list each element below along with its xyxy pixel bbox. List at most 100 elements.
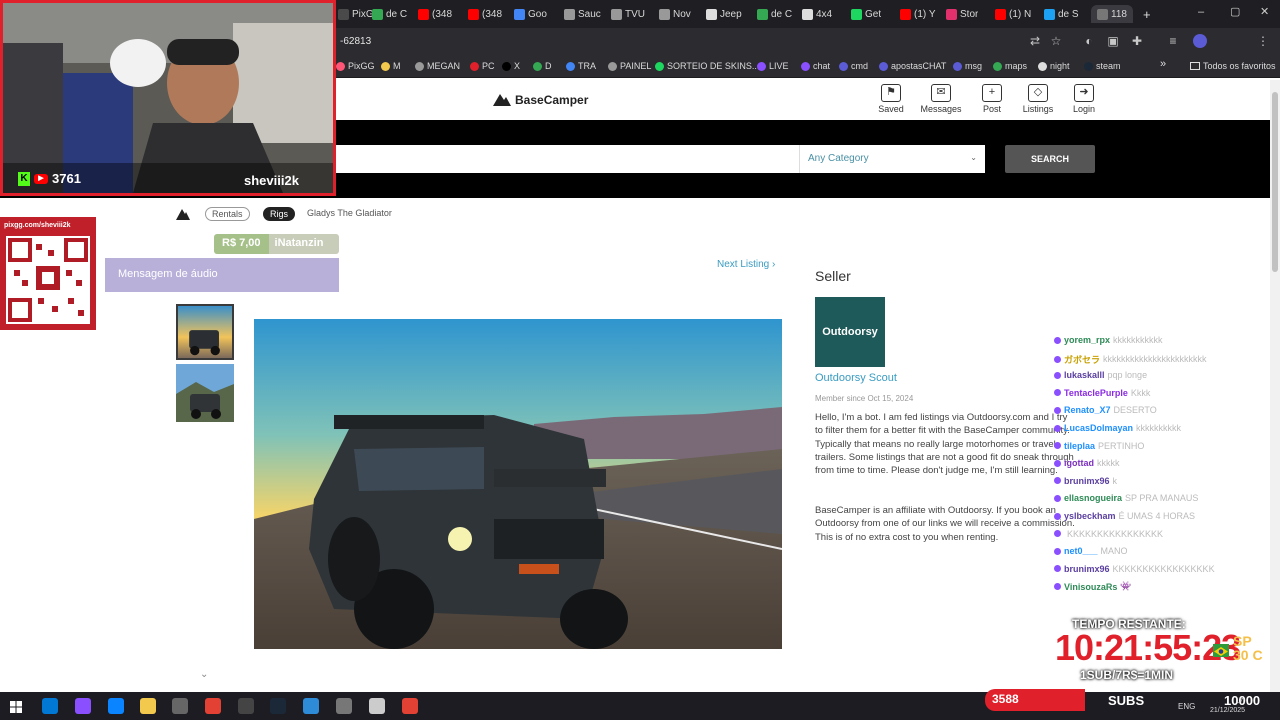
bookmark-item[interactable]: PC: [470, 61, 495, 71]
chat-message: igottad kkkkk: [1054, 458, 1120, 468]
bookmark-item[interactable]: SORTEIO DE SKINS...: [655, 61, 759, 71]
bookmark-label: PAINEL: [620, 61, 652, 71]
browser-tab[interactable]: Goo: [514, 5, 547, 23]
breadcrumb-home-icon[interactable]: [176, 208, 190, 220]
bookmark-item[interactable]: maps: [993, 61, 1027, 71]
taskbar-app-icon[interactable]: [270, 698, 286, 714]
browser-tab[interactable]: 118: [1091, 5, 1133, 23]
taskbar-app-icon[interactable]: [205, 698, 221, 714]
tab-label: Jeep: [720, 8, 742, 20]
chat-text: pqp longe: [1107, 370, 1148, 381]
menu-icon[interactable]: ≡: [1166, 34, 1180, 48]
bookmark-item[interactable]: night: [1038, 61, 1070, 71]
browser-tab[interactable]: Sauc: [564, 5, 601, 23]
bookmark-item[interactable]: PixGG: [336, 61, 375, 71]
search-button[interactable]: SEARCH: [1005, 145, 1095, 173]
all-bookmarks-button[interactable]: Todos os favoritos: [1190, 61, 1276, 71]
tab-favicon-icon: [338, 8, 349, 20]
extension-icon[interactable]: ▣: [1106, 34, 1120, 48]
chat-badge-icon: [1054, 494, 1061, 502]
system-clock[interactable]: 17: 21/12/2025: [1210, 697, 1245, 715]
nav-saved[interactable]: ⚑ Saved: [868, 84, 914, 114]
bookmark-item[interactable]: PAINEL: [608, 61, 651, 71]
browser-tab[interactable]: Nov: [659, 5, 691, 23]
more-icon[interactable]: ⋮: [1256, 34, 1270, 48]
browser-tab[interactable]: Get: [851, 5, 881, 23]
listing-thumbnail-1[interactable]: [176, 304, 234, 360]
browser-tab[interactable]: de C: [757, 5, 792, 23]
taskbar-app-icon[interactable]: [140, 698, 156, 714]
listing-thumbnail-2[interactable]: [176, 364, 234, 422]
bookmark-item[interactable]: TRA: [566, 61, 596, 71]
bookmark-item[interactable]: msg: [953, 61, 982, 71]
taskbar-app-icon[interactable]: [336, 698, 352, 714]
nav-login[interactable]: ➜ Login: [1061, 84, 1107, 114]
bookmark-item[interactable]: apostasCHAT: [879, 61, 946, 71]
search-input[interactable]: [334, 145, 799, 173]
tab-label: TVU: [625, 8, 645, 20]
bookmark-item[interactable]: D: [533, 61, 552, 71]
chat-text: kkkkkkkkkkk: [1113, 335, 1163, 345]
bookmark-item[interactable]: steam: [1084, 61, 1121, 71]
taskbar-app-icon[interactable]: [75, 698, 91, 714]
taskbar-app-icon[interactable]: [303, 698, 319, 714]
category-select[interactable]: Any Category ⌄: [799, 145, 985, 173]
url-text[interactable]: -62813: [340, 36, 371, 47]
breadcrumb-rigs[interactable]: Rigs: [263, 207, 296, 221]
tab-favicon-icon: [372, 8, 383, 20]
browser-tab[interactable]: TVU: [611, 5, 645, 23]
new-tab-button[interactable]: +: [1143, 5, 1151, 23]
browser-tab[interactable]: (1) Y: [900, 5, 936, 23]
browser-tab[interactable]: PixG: [338, 5, 374, 23]
bookmark-item[interactable]: chat: [801, 61, 830, 71]
bookmark-item[interactable]: MEGAN: [415, 61, 460, 71]
browser-tab[interactable]: (348: [418, 5, 452, 23]
translate-icon[interactable]: ⇄: [1028, 34, 1042, 48]
browser-tab[interactable]: 4x4: [802, 5, 832, 23]
maximize-icon[interactable]: ▢: [1230, 5, 1240, 18]
profile-avatar-icon[interactable]: [1193, 34, 1207, 48]
puzzle-icon[interactable]: ✚: [1130, 34, 1144, 48]
next-listing-link[interactable]: Next Listing ›: [717, 259, 775, 270]
thumbnail-scroll-down-icon[interactable]: ⌄: [200, 669, 208, 680]
breadcrumb-rentals[interactable]: Rentals: [205, 207, 250, 221]
taskbar-app-icon[interactable]: [108, 698, 124, 714]
tab-favicon-icon: [1044, 8, 1055, 20]
bookmark-favicon-icon: [757, 61, 766, 71]
language-indicator[interactable]: ENG: [1178, 702, 1195, 711]
browser-tab[interactable]: Stor: [946, 5, 978, 23]
seller-logo[interactable]: Outdoorsy: [815, 297, 885, 367]
bookmark-favicon-icon: [415, 61, 424, 71]
browser-tab[interactable]: (1) N: [995, 5, 1031, 23]
browser-tab[interactable]: (348: [468, 5, 502, 23]
taskbar-app-icon[interactable]: [172, 698, 188, 714]
bookmarks-overflow-button[interactable]: »: [1160, 58, 1166, 70]
seller-name-link[interactable]: Outdoorsy Scout: [815, 372, 897, 384]
page-scrollbar-thumb[interactable]: [1272, 92, 1278, 272]
taskbar-app-icon[interactable]: [402, 698, 418, 714]
bookmark-item[interactable]: LIVE: [757, 61, 789, 71]
taskbar-app-icon[interactable]: [42, 698, 58, 714]
taskbar-app-icon[interactable]: [238, 698, 254, 714]
nav-messages[interactable]: ✉ Messages: [918, 84, 964, 114]
taskbar-app-icon[interactable]: [369, 698, 385, 714]
bookmark-item[interactable]: X: [502, 61, 520, 71]
listing-main-photo[interactable]: [254, 319, 782, 649]
browser-tab[interactable]: de C: [372, 5, 407, 23]
site-logo[interactable]: BaseCamper: [493, 93, 588, 107]
minimize-icon[interactable]: –: [1198, 6, 1204, 18]
tab-favicon-icon: [418, 8, 429, 20]
windows-start-icon[interactable]: [10, 700, 22, 713]
chat-badge-icon: [1054, 459, 1061, 467]
bookmark-item[interactable]: M: [381, 61, 401, 71]
star-icon[interactable]: ☆: [1049, 34, 1063, 48]
browser-tab[interactable]: Jeep: [706, 5, 742, 23]
browser-tab[interactable]: de S: [1044, 5, 1079, 23]
extension-icon[interactable]: ◐: [1082, 34, 1096, 48]
bookmark-item[interactable]: cmd: [839, 61, 868, 71]
nav-post[interactable]: + Post: [969, 84, 1015, 114]
close-icon[interactable]: ✕: [1260, 5, 1269, 18]
chat-badge-icon: [1054, 336, 1061, 344]
chat-text: kkkkk: [1097, 458, 1120, 469]
nav-listings[interactable]: ◇ Listings: [1015, 84, 1061, 114]
